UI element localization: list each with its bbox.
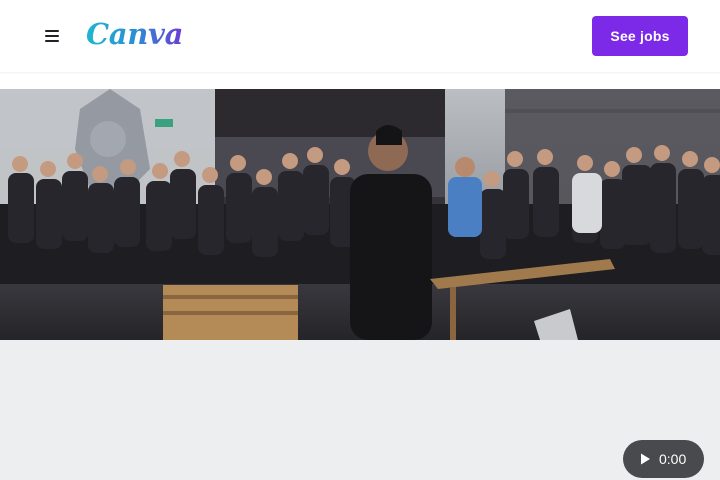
site-header: Canva See jobs: [0, 0, 720, 72]
hero-video-frame[interactable]: [0, 89, 720, 340]
see-jobs-button[interactable]: See jobs: [592, 16, 688, 56]
team-meeting-photo: [0, 89, 720, 340]
video-play-control[interactable]: 0:00: [623, 440, 704, 478]
play-icon[interactable]: [638, 452, 652, 466]
menu-button[interactable]: [36, 22, 68, 50]
canva-logo[interactable]: Canva: [86, 14, 183, 54]
hamburger-menu-icon: [45, 30, 59, 42]
content-area: [0, 340, 720, 480]
header-spacer: [0, 72, 720, 89]
video-time: 0:00: [659, 451, 687, 467]
